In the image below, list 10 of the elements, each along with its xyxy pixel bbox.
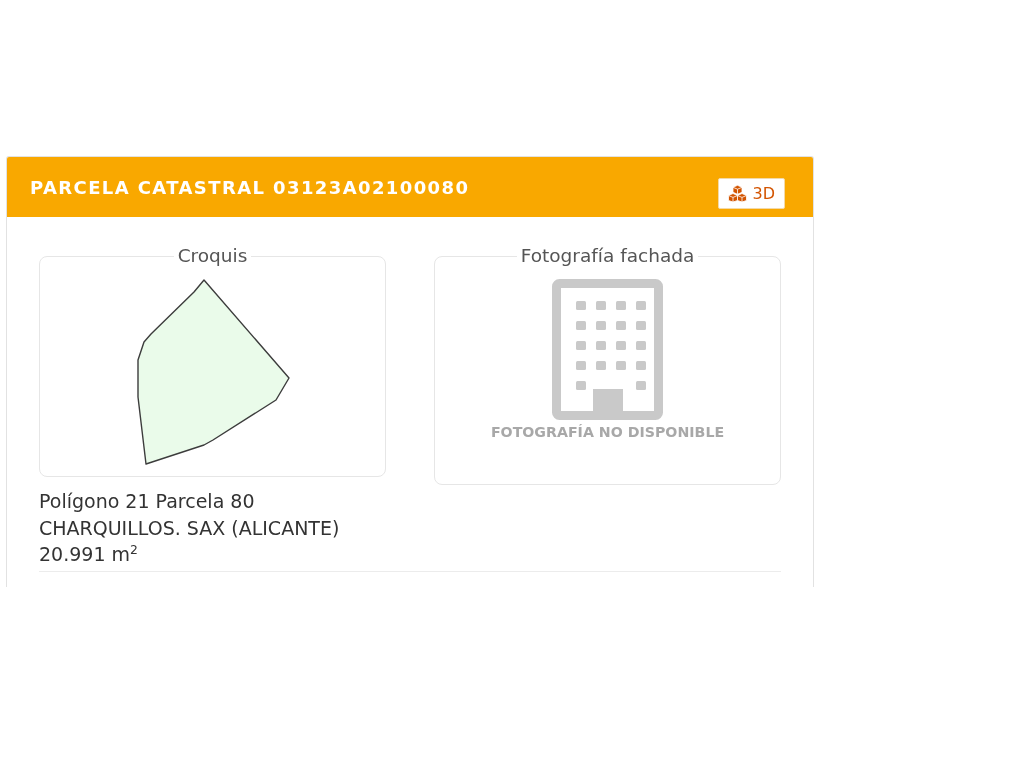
cubes-icon: [727, 184, 747, 202]
parcel-detail-text: 20.991 m$^{2}$: [39, 542, 138, 567]
parcel-detail-text: Polígono 21 Parcela 80: [39, 489, 255, 514]
facade-photo-legend: Fotografía fachada: [516, 246, 699, 266]
parcel-detail-text: CHARQUILLOS. SAX (ALICANTE): [39, 515, 340, 541]
sketch-legend: Croquis: [173, 246, 252, 266]
3d-view-button[interactable]: 3D: [717, 177, 785, 209]
photo-unavailable-text: FOTOGRAFÍA NO DISPONIBLE: [490, 424, 725, 440]
parcel-title: PARCELA CATASTRAL 03123A02100080: [30, 176, 470, 198]
building-icon: [552, 279, 663, 420]
